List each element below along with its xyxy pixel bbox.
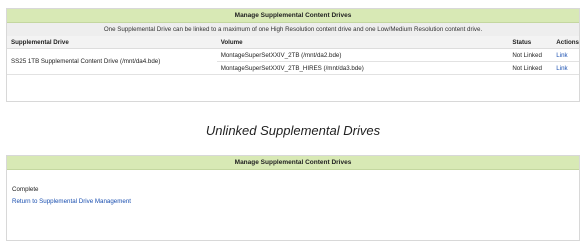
- completion-panel: Manage Supplemental Content Drives Compl…: [6, 155, 580, 241]
- column-header-drive: Supplemental Drive: [7, 36, 217, 49]
- volume-name: MontageSuperSetXXIV_2TB (/mnt/da2.bde): [216, 48, 509, 62]
- table-header-row: Supplemental Drive Volume Status Actions: [7, 36, 579, 49]
- column-header-volume: Volume: [216, 36, 509, 49]
- link-action[interactable]: Link: [556, 65, 567, 72]
- panel-title: Manage Supplemental Content Drives: [7, 156, 579, 170]
- panel-title: Manage Supplemental Content Drives: [7, 9, 579, 23]
- supplemental-drives-panel: Manage Supplemental Content Drives One S…: [6, 8, 580, 102]
- figure-caption: Unlinked Supplemental Drives: [205, 123, 381, 138]
- volume-name: MontageSuperSetXXIV_2TB_HIRES (/mnt/da3.…: [216, 61, 509, 75]
- status-value: Not Linked: [508, 61, 553, 75]
- return-link[interactable]: Return to Supplemental Drive Management: [12, 198, 579, 205]
- link-action[interactable]: Link: [556, 52, 567, 59]
- column-header-status: Status: [508, 36, 553, 49]
- completion-status: Complete: [12, 186, 39, 193]
- drives-table: Supplemental Drive Volume Status Actions…: [7, 36, 579, 75]
- table-row: SS25 1TB Supplemental Content Drive (/mn…: [7, 48, 579, 75]
- column-header-actions: Actions: [552, 36, 579, 49]
- status-value: Not Linked: [508, 48, 553, 62]
- drive-name: SS25 1TB Supplemental Content Drive (/mn…: [7, 48, 217, 75]
- link-limit-notice: One Supplemental Drive can be linked to …: [7, 23, 579, 36]
